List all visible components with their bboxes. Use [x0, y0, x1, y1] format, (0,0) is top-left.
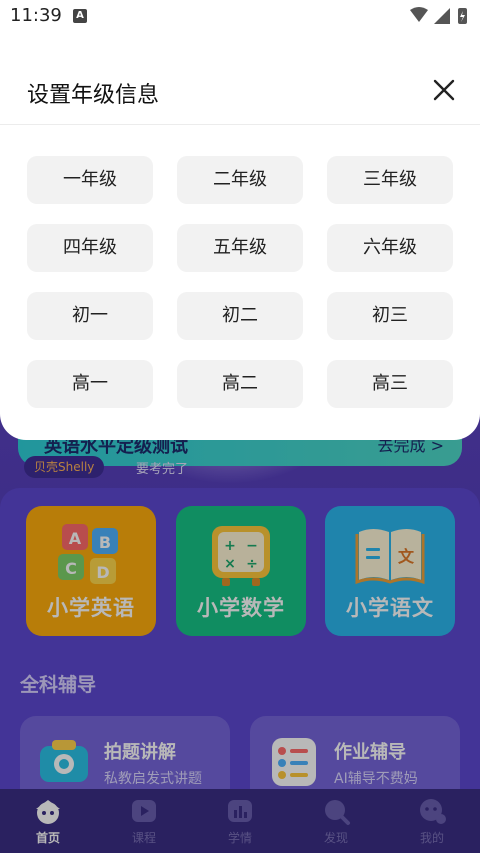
signal-icon — [434, 8, 450, 24]
grade-option[interactable]: 二年级 — [177, 156, 303, 204]
grade-option[interactable]: 高一 — [27, 360, 153, 408]
grade-option[interactable]: 初三 — [327, 292, 453, 340]
divider — [0, 124, 480, 125]
dialog-title: 设置年级信息 — [27, 83, 160, 108]
grade-option[interactable]: 一年级 — [27, 156, 153, 204]
status-time: 11:39 — [10, 5, 62, 26]
grade-option[interactable]: 初二 — [177, 292, 303, 340]
close-icon[interactable] — [430, 76, 458, 104]
grade-selection-dialog: 11:39 A 设置年级信息 一年级 二年级 三年级 四年级 五年级 六年级 初… — [0, 0, 480, 440]
grade-option[interactable]: 五年级 — [177, 224, 303, 272]
grade-option[interactable]: 高二 — [177, 360, 303, 408]
notification-icon: A — [73, 9, 87, 23]
grade-option[interactable]: 初一 — [27, 292, 153, 340]
grade-option[interactable]: 三年级 — [327, 156, 453, 204]
grade-option[interactable]: 六年级 — [327, 224, 453, 272]
status-bar: 11:39 A — [0, 0, 480, 34]
wifi-icon — [410, 7, 428, 22]
grade-option[interactable]: 四年级 — [27, 224, 153, 272]
grade-option[interactable]: 高三 — [327, 360, 453, 408]
system-status-icons — [410, 7, 467, 24]
